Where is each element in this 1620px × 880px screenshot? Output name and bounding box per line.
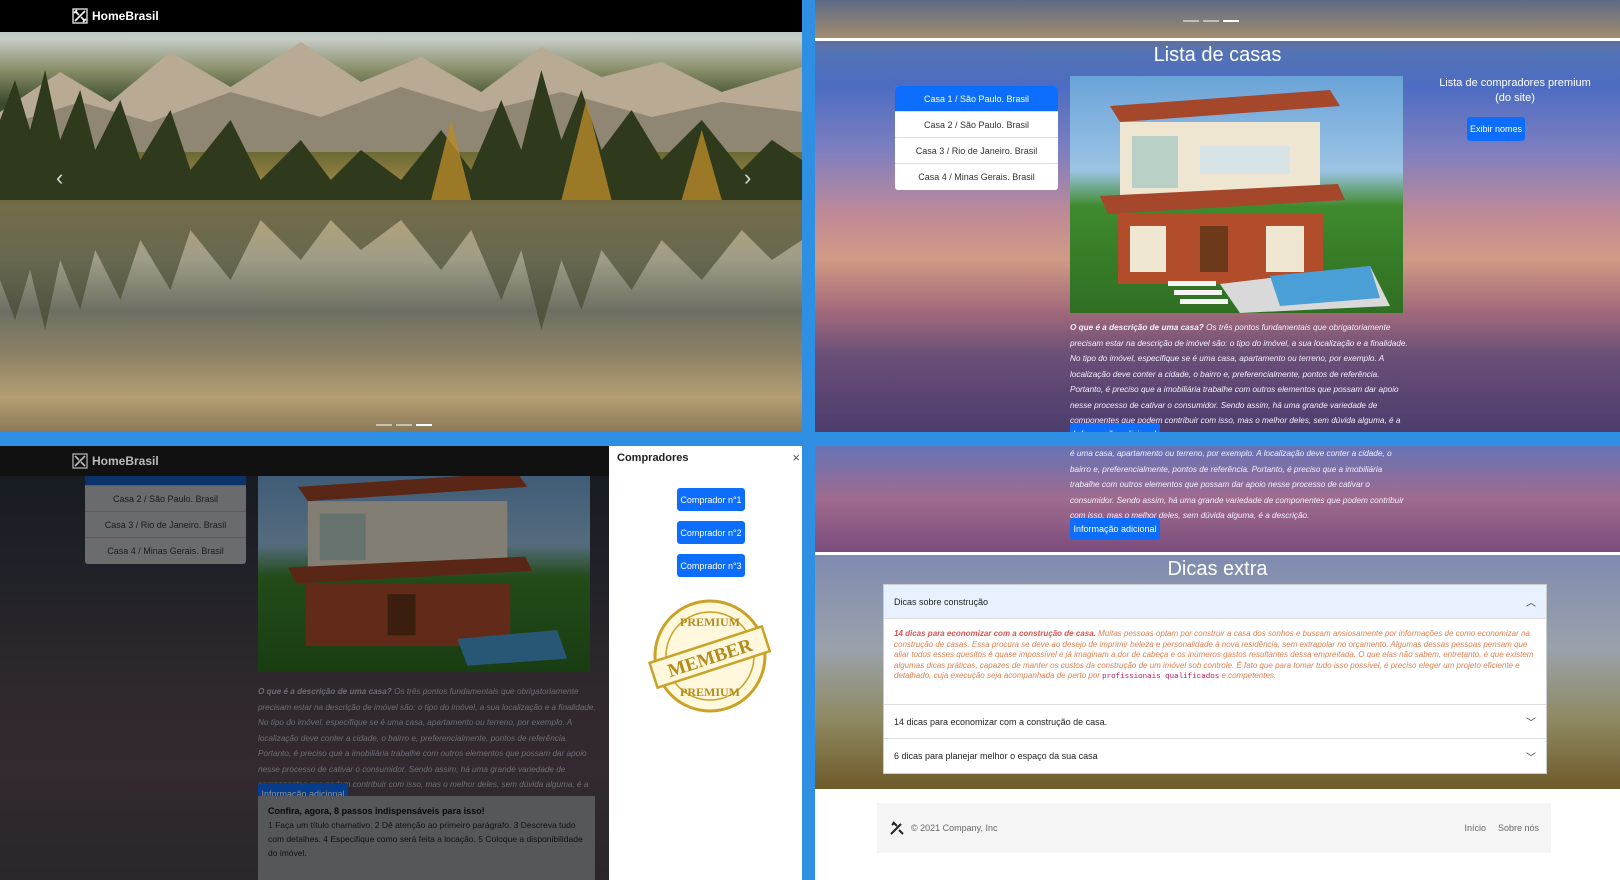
navbar-dimmed: HomeBrasil xyxy=(0,446,609,476)
carousel-indicator-3[interactable] xyxy=(416,424,432,426)
brand-name-dimmed: HomeBrasil xyxy=(92,454,159,468)
footer-bar: © 2021 Company, Inc Início Sobre nós xyxy=(877,803,1551,853)
house-item-2[interactable]: Casa 2 / São Paulo. Brasil xyxy=(895,112,1058,138)
premium-member-stamp: PREMIUM MEMBER PREMIUM xyxy=(647,599,772,713)
carousel-next-icon[interactable]: › xyxy=(744,165,751,191)
accordion-header-save[interactable]: 14 dicas para economizar com a construçã… xyxy=(884,705,1546,739)
house-description-tail: é uma casa, apartamento ou terreno, por … xyxy=(1070,449,1404,520)
chevron-down-icon-2: ﹀ xyxy=(1526,752,1536,764)
section-divider xyxy=(815,38,1620,41)
close-icon[interactable]: × xyxy=(792,450,800,465)
houses-section-title: Lista de casas xyxy=(1153,44,1282,66)
buyer-3-button[interactable]: Comprador n°3 xyxy=(677,554,745,577)
footer-link-home[interactable]: Início xyxy=(1464,823,1486,833)
house-item-3[interactable]: Casa 3 / Rio de Janeiro. Brasil xyxy=(895,138,1058,164)
hero-carousel-panel: HomeBrasil ‹ › xyxy=(0,0,802,432)
carousel-indicator-1[interactable] xyxy=(376,424,392,426)
house-description: O que é a descrição de uma casa? Os três… xyxy=(1070,320,1410,432)
accordion-title-1: Dicas sobre construção xyxy=(894,596,989,607)
stamp-top-text: PREMIUM xyxy=(680,615,740,629)
carousel-indicator-b[interactable] xyxy=(1203,20,1219,22)
carousel-indicator-c[interactable] xyxy=(1223,20,1239,22)
buyer-2-button[interactable]: Comprador n°2 xyxy=(677,521,745,544)
copyright-text: © 2021 Company, Inc xyxy=(911,823,998,833)
house-illustration xyxy=(1100,90,1390,313)
lake-landscape-image xyxy=(0,0,802,432)
tools-logo-icon xyxy=(72,8,88,24)
tools-icon[interactable] xyxy=(889,820,905,836)
accordion-title-3: 6 dicas para planejar melhor o espaço da… xyxy=(894,751,1098,761)
description-text: Os três pontos fundamentais que obrigato… xyxy=(1070,323,1408,432)
carousel-indicator-a[interactable] xyxy=(1183,20,1199,22)
houses-list: Casa 1 / São Paulo. Brasil Casa 2 / São … xyxy=(895,86,1058,190)
offcanvas-title: Compradores xyxy=(617,452,689,464)
carousel-indicators-top xyxy=(1183,20,1239,22)
carousel-prev-icon[interactable]: ‹ xyxy=(56,165,63,191)
tips-accordion: Dicas sobre construção ︿ 14 dicas para e… xyxy=(883,584,1547,774)
carousel-indicator-2[interactable] xyxy=(396,424,412,426)
buyer-1-button[interactable]: Comprador n°1 xyxy=(677,488,745,511)
footer-link-about[interactable]: Sobre nós xyxy=(1498,823,1539,833)
stamp-bottom-text: PREMIUM xyxy=(680,685,740,699)
water-reflection-graphic xyxy=(0,200,802,330)
chevron-down-icon: ﹀ xyxy=(1526,718,1536,729)
show-names-button[interactable]: Exibir nomes xyxy=(1467,117,1525,141)
accordion-body-construction: 14 dicas para economizar com a construçã… xyxy=(884,619,1546,705)
brand-name: HomeBrasil xyxy=(92,9,159,23)
footer-links: Início Sobre nós xyxy=(1464,823,1539,833)
forest-graphic xyxy=(0,70,802,200)
accordion-header-construction[interactable]: Dicas sobre construção ︿ xyxy=(884,585,1546,619)
premium-buyers-label: Lista de compradores premium (do site) xyxy=(1439,77,1591,104)
accordion-title-2: 14 dicas para economizar com a construçã… xyxy=(894,716,1108,727)
brand-link[interactable]: HomeBrasil xyxy=(72,8,159,24)
description-lead: O que é a descrição de uma casa? xyxy=(1070,323,1204,332)
tips-body-tail: e competentes. xyxy=(1221,671,1277,680)
house-image xyxy=(1070,76,1403,313)
info-button-cut[interactable]: Informação adicional xyxy=(1070,423,1160,432)
house-item-4[interactable]: Casa 4 / Minas Gerais. Brasil xyxy=(895,164,1058,190)
carousel-indicators xyxy=(376,424,432,426)
buyers-offcanvas: Compradores × Comprador n°1 Comprador n°… xyxy=(609,446,802,880)
buyers-offcanvas-panel: Casa 1 / São Paulo. Brasil Casa 2 / São … xyxy=(0,446,802,880)
carousel-bottom-strip xyxy=(815,0,1620,38)
houses-list-panel: Lista de casas Casa 1 / São Paulo. Brasi… xyxy=(815,0,1620,432)
house-item-1[interactable]: Casa 1 / São Paulo. Brasil xyxy=(895,86,1058,112)
info-button[interactable]: Informação adicional xyxy=(1070,518,1160,540)
offcanvas-backdrop[interactable] xyxy=(0,446,609,880)
footer-copyright: © 2021 Company, Inc xyxy=(889,820,998,836)
chevron-up-icon: ︿ xyxy=(1526,598,1536,609)
brand-link-dimmed[interactable]: HomeBrasil xyxy=(72,453,159,469)
tips-body-code: profissionais qualificados xyxy=(1102,673,1220,681)
tips-panel: é uma casa, apartamento ou terreno, por … xyxy=(815,446,1620,880)
tips-section-title: Dicas extra xyxy=(1167,558,1268,580)
tools-logo-icon-dimmed xyxy=(72,453,88,469)
navbar: HomeBrasil xyxy=(0,0,802,32)
footer: © 2021 Company, Inc Início Sobre nós xyxy=(815,789,1620,880)
tips-body-lead: 14 dicas para economizar com a construçã… xyxy=(894,629,1096,638)
accordion-header-space[interactable]: 6 dicas para planejar melhor o espaço da… xyxy=(884,739,1546,773)
